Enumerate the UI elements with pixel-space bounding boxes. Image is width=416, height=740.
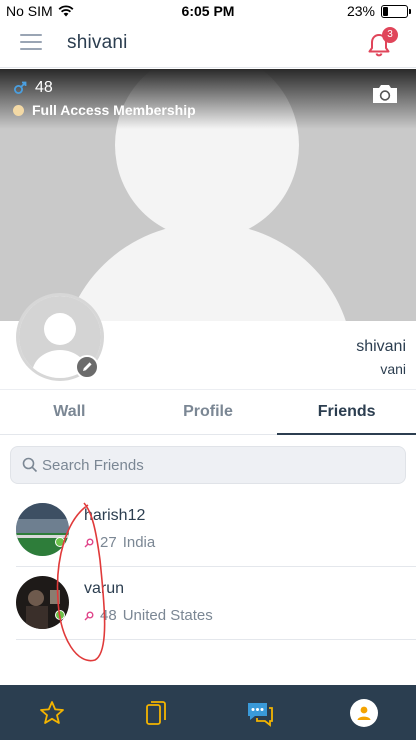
- friend-avatar: [16, 576, 69, 629]
- search-input[interactable]: [42, 447, 392, 483]
- age-label: 48: [35, 79, 53, 96]
- profile-display-name: shivani: [356, 338, 406, 355]
- cards-icon: [146, 700, 166, 725]
- online-indicator: [55, 537, 65, 547]
- cover-info: 48 Full Access Membership: [13, 77, 196, 121]
- status-bar: No SIM 6:05 PM 23%: [0, 0, 416, 22]
- membership-dot-icon: [13, 104, 24, 116]
- profile-tabs: Wall Profile Friends: [0, 389, 416, 435]
- friend-avatar: [16, 503, 69, 556]
- list-item[interactable]: varun 48 United States: [16, 567, 416, 640]
- friend-name: harish12: [84, 507, 146, 524]
- tab-wall[interactable]: Wall: [0, 390, 139, 434]
- app-header: shivani 3: [0, 22, 416, 68]
- hamburger-menu-icon[interactable]: [20, 34, 42, 52]
- gender-icon: [84, 538, 94, 547]
- pencil-icon: [83, 362, 92, 371]
- friend-meta: 48 United States: [84, 607, 213, 624]
- nav-favorites[interactable]: [0, 685, 104, 740]
- nav-messages[interactable]: [208, 685, 312, 740]
- header-title: shivani: [67, 32, 128, 53]
- gender-icon: [84, 611, 94, 620]
- tab-friends[interactable]: Friends: [277, 390, 416, 435]
- friend-name: varun: [84, 580, 125, 597]
- camera-icon[interactable]: [371, 83, 399, 105]
- nav-cards[interactable]: [104, 685, 208, 740]
- chat-icon: [248, 702, 273, 727]
- online-indicator: [55, 610, 65, 620]
- friend-age: 27: [100, 534, 117, 551]
- battery-percent: 23%: [346, 3, 375, 19]
- list-item[interactable]: harish12 27 India: [16, 494, 416, 567]
- profile-username: vani: [380, 361, 406, 377]
- friends-list: harish12 27 India varun 48 United States: [16, 494, 416, 640]
- friend-country: United States: [122, 607, 213, 624]
- battery-icon: [381, 4, 411, 18]
- edit-avatar-button[interactable]: [75, 355, 99, 379]
- friend-country: India: [122, 534, 156, 551]
- tab-profile[interactable]: Profile: [139, 390, 278, 434]
- nav-profile[interactable]: [312, 685, 416, 740]
- profile-icon: [350, 698, 378, 727]
- battery-area: 23%: [346, 3, 411, 19]
- notification-count-badge: 3: [382, 27, 398, 43]
- friend-meta: 27 India: [84, 534, 155, 551]
- male-gender-icon: [14, 81, 27, 94]
- star-icon: [40, 700, 64, 724]
- friend-age: 48: [100, 607, 117, 624]
- cover-photo: 48 Full Access Membership: [0, 69, 416, 321]
- membership-label: Full Access Membership: [32, 102, 196, 118]
- search-icon: [22, 457, 38, 473]
- bottom-navigation: [0, 685, 416, 740]
- search-bar: [10, 446, 406, 484]
- notification-button[interactable]: 3: [364, 27, 398, 60]
